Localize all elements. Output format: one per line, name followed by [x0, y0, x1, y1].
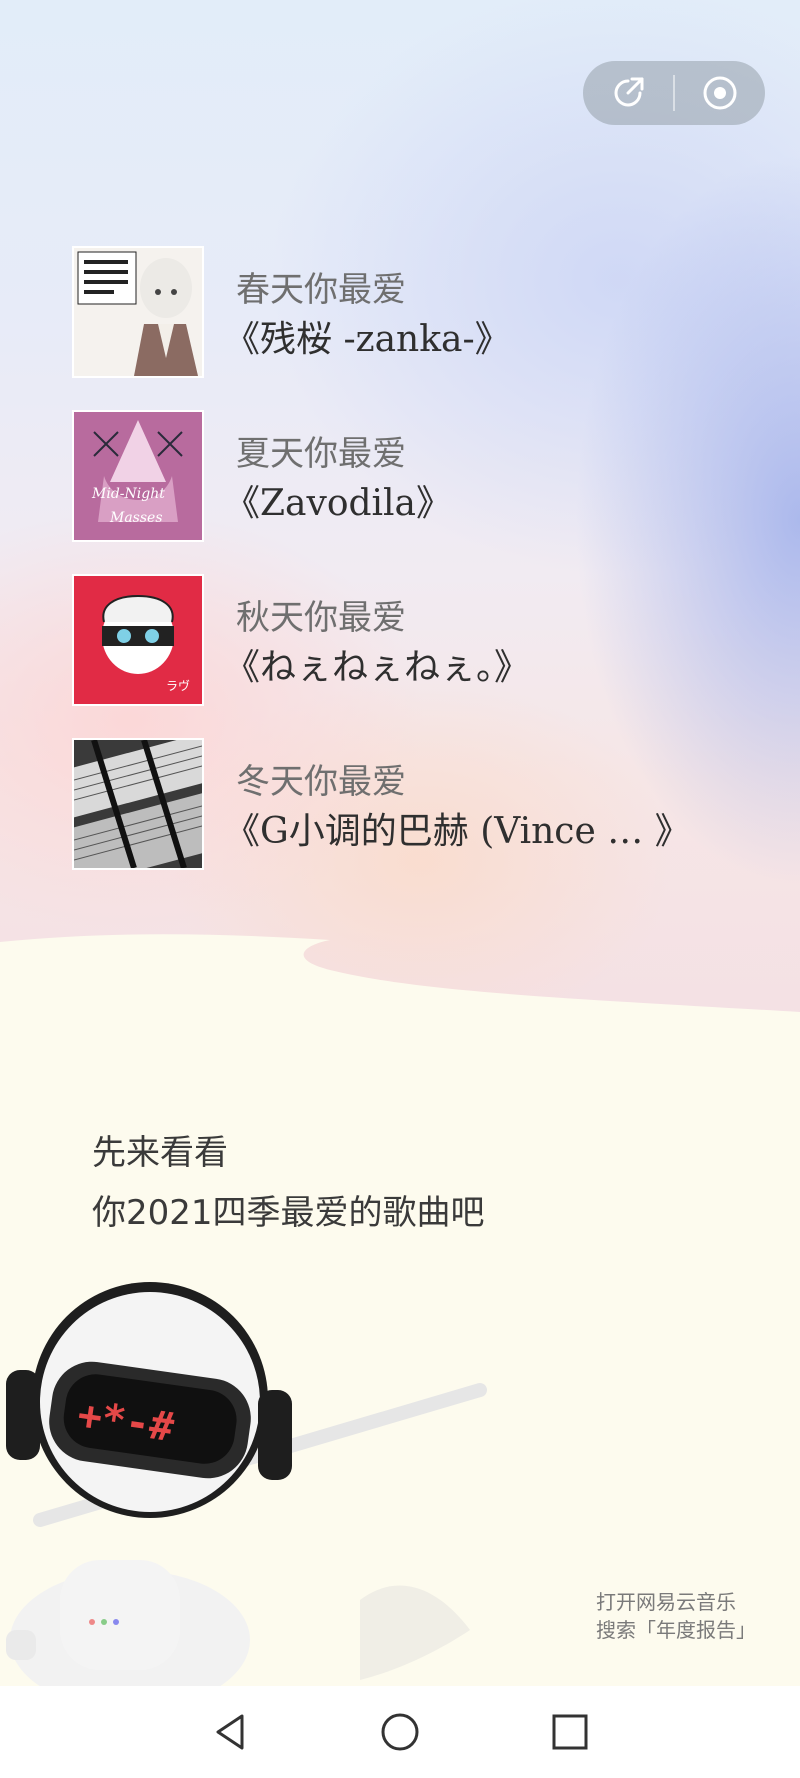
season-label: 夏天你最爱 — [236, 434, 406, 474]
song-item-spring[interactable]: 春天你最爱 《残桜 -zanka-》 — [74, 248, 774, 378]
system-navigation-bar — [0, 1686, 800, 1778]
close-target-button[interactable] — [675, 61, 765, 125]
song-title: 《残桜 -zanka-》 — [224, 319, 511, 360]
hint-line-2: 搜索「年度报告」 — [596, 1618, 756, 1642]
intro-text: 先来看看 你2021四季最爱的歌曲吧 — [92, 1123, 485, 1243]
album-cover: ラヴ — [74, 576, 202, 704]
open-app-hint: 打开网易云音乐 搜索「年度报告」 — [596, 1588, 756, 1644]
svg-text:ラヴ: ラヴ — [166, 678, 190, 693]
song-item-autumn[interactable]: ラヴ 秋天你最爱 《ねぇねぇねぇ。》 — [74, 576, 774, 706]
home-button[interactable] — [315, 1686, 485, 1778]
season-label: 春天你最爱 — [236, 270, 406, 310]
back-button[interactable] — [145, 1686, 315, 1778]
recents-button[interactable] — [485, 1686, 655, 1778]
season-label: 秋天你最爱 — [236, 598, 406, 638]
recents-square-icon — [552, 1714, 588, 1750]
svg-text:Masses: Masses — [109, 510, 163, 526]
song-item-winter[interactable]: 冬天你最爱 《G小调的巴赫 (Vince … 》 — [74, 740, 774, 870]
share-button[interactable] — [583, 61, 673, 125]
song-title: 《G小调的巴赫 (Vince … 》 — [224, 811, 691, 852]
wave-divider — [0, 934, 800, 1060]
target-circle-icon — [703, 76, 737, 110]
intro-line-2: 你2021四季最爱的歌曲吧 — [92, 1193, 485, 1233]
intro-line-1: 先来看看 — [92, 1133, 228, 1173]
season-label: 冬天你最爱 — [236, 762, 406, 802]
song-title: 《ねぇねぇねぇ。》 — [224, 647, 531, 688]
robot-mascot-illustration: +*-# — [6, 1282, 487, 1690]
song-item-summer[interactable]: Mid-Night Masses 夏天你最爱 《Zavodila》 — [74, 412, 774, 542]
svg-text:Mid-Night: Mid-Night — [91, 486, 165, 502]
song-title: 《Zavodila》 — [224, 483, 453, 524]
share-arrow-icon — [614, 77, 644, 107]
top-action-pill — [583, 61, 765, 125]
hint-line-1: 打开网易云音乐 — [596, 1590, 736, 1614]
album-cover: Mid-Night Masses — [74, 412, 202, 540]
album-cover — [74, 740, 202, 868]
home-circle-icon — [381, 1713, 419, 1751]
back-triangle-icon — [216, 1714, 244, 1750]
album-cover — [74, 248, 202, 376]
